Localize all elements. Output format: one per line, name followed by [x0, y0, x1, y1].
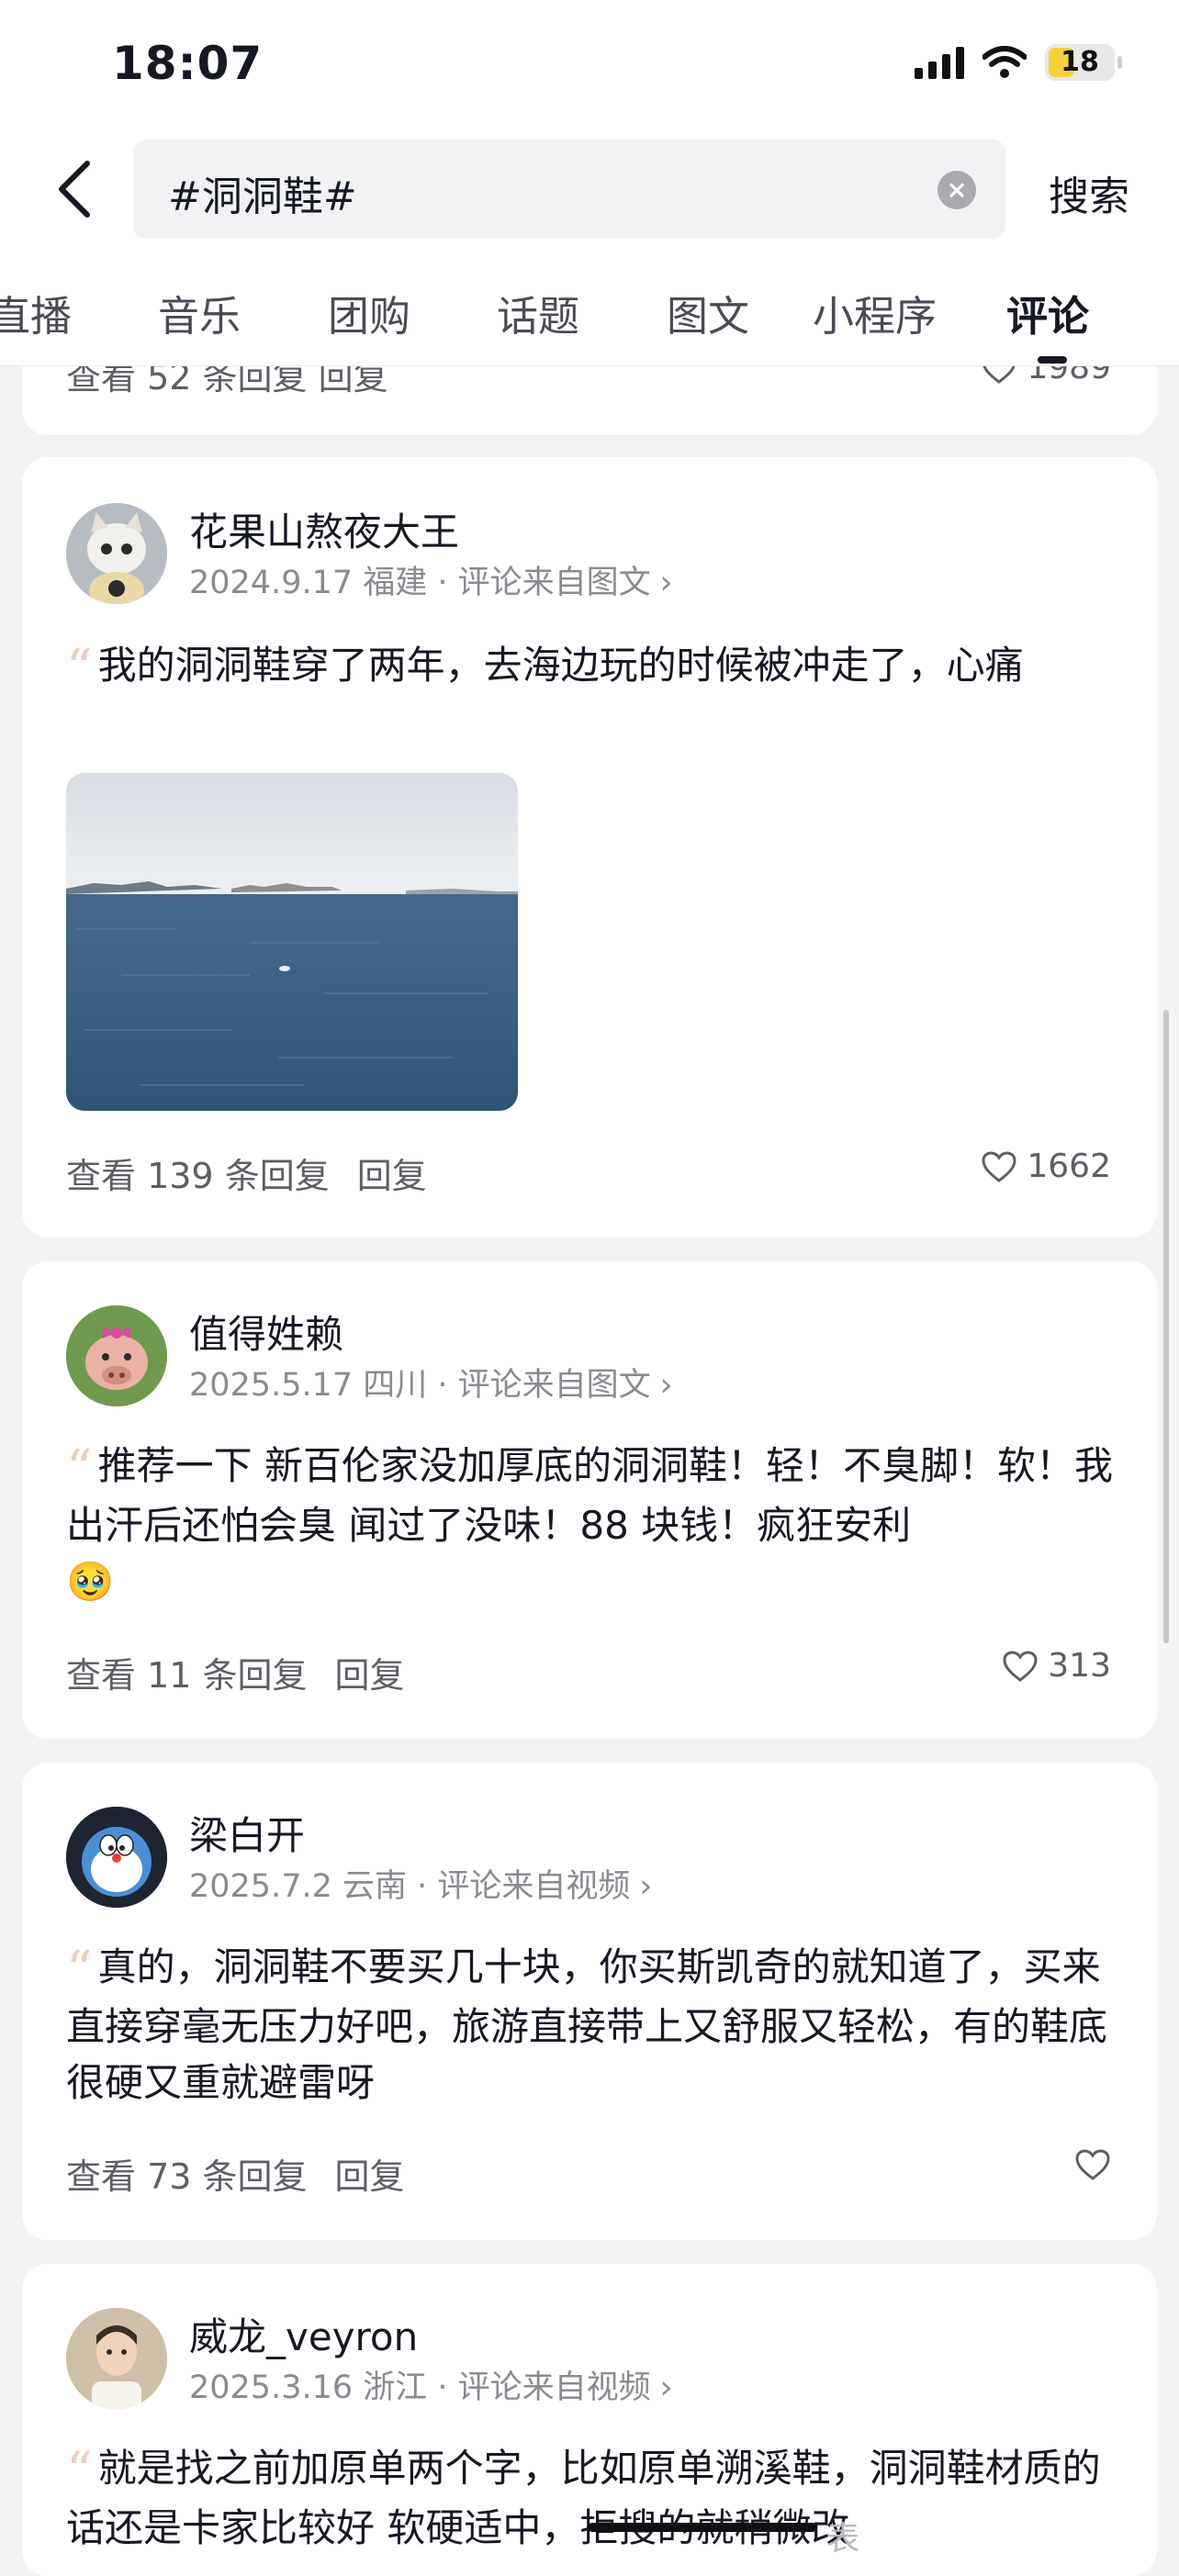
- view-replies-link[interactable]: 查看 11 条回复: [66, 1655, 308, 1696]
- avatar[interactable]: [66, 503, 167, 604]
- quote-icon: “: [66, 1439, 93, 1499]
- username[interactable]: 花果山熬夜大王: [189, 501, 459, 557]
- search-query[interactable]: #洞洞鞋#: [168, 163, 357, 222]
- view-replies-link[interactable]: 查看 73 条回复: [66, 2156, 308, 2197]
- quote-icon: “: [66, 1941, 93, 2000]
- reply-button[interactable]: 回复: [335, 1655, 405, 1696]
- likes-count: 1662: [1027, 1148, 1111, 1185]
- comment-actions: 查看 139 条回复 回复: [66, 1148, 427, 1198]
- username[interactable]: 威龙_veyron: [189, 2306, 418, 2362]
- scrollbar[interactable]: [1163, 1010, 1169, 1643]
- heart-icon[interactable]: [1002, 1650, 1039, 1683]
- heart-icon[interactable]: [981, 1150, 1017, 1183]
- battery-icon: 18: [1045, 44, 1122, 81]
- comment-meta[interactable]: 2025.7.2 云南 · 评论来自视频 ›: [189, 1860, 652, 1907]
- comment-actions: 查看 73 条回复 回复: [66, 2148, 405, 2199]
- avatar[interactable]: [66, 1807, 167, 1908]
- reply-button[interactable]: 回复: [357, 1156, 427, 1196]
- chevron-right-icon: ›: [639, 1868, 653, 1905]
- likes-count: 313: [1048, 1647, 1111, 1685]
- comment-text: “真的，洞洞鞋不要买几十块，你买斯凯奇的就知道了，买来直接穿毫无压力好吧，旅游直…: [66, 1941, 1108, 2105]
- tab-topics[interactable]: 话题: [497, 283, 579, 342]
- top-bar: 18:07 18 #洞洞鞋# × 搜索 直播 音乐 团购 话题 图文 小程序 评…: [0, 0, 1179, 366]
- clear-icon[interactable]: ×: [938, 171, 976, 209]
- quote-icon: “: [66, 2442, 93, 2502]
- like-button[interactable]: 1662: [981, 1148, 1111, 1185]
- quote-icon: “: [66, 639, 93, 699]
- tab-live[interactable]: 直播: [0, 283, 72, 342]
- tab-group-buy[interactable]: 团购: [328, 283, 410, 342]
- comment-meta[interactable]: 2025.3.16 浙江 · 评论来自视频 ›: [189, 2361, 673, 2408]
- home-indicator[interactable]: [588, 2523, 817, 2532]
- comment-image[interactable]: [66, 773, 518, 1111]
- comment-card: 花果山熬夜大王 2024.9.17 福建 · 评论来自图文 › “我的洞洞鞋穿了两…: [22, 457, 1157, 1238]
- view-replies-link[interactable]: 查看 139 条回复: [66, 1156, 330, 1196]
- search-input[interactable]: #洞洞鞋# ×: [133, 140, 1005, 239]
- emoji: 🥹: [66, 1559, 115, 1604]
- status-icons: 18: [915, 44, 1122, 81]
- status-time: 18:07: [112, 37, 264, 90]
- tab-bar: 直播 音乐 团购 话题 图文 小程序 评论: [0, 275, 1179, 358]
- chevron-right-icon: ›: [659, 1367, 673, 1404]
- signal-icon: [915, 46, 964, 79]
- chevron-right-icon: ›: [659, 2369, 673, 2406]
- reply-button[interactable]: 回复: [335, 2156, 405, 2197]
- comment-text: “我的洞洞鞋穿了两年，去海边玩的时候被冲走了，心痛: [66, 639, 1024, 699]
- comment-text: “就是找之前加原单两个字，比如原单溯溪鞋，洞洞鞋材质的话还是卡家比较好 软硬适中…: [66, 2442, 1101, 2550]
- heart-icon[interactable]: [1074, 2148, 1111, 2181]
- comment-card: 值得姓赖 2025.5.17 四川 · 评论来自图文 › “推荐一下 新百伦家没加…: [22, 1261, 1157, 1739]
- tab-posts[interactable]: 图文: [667, 283, 749, 342]
- tab-mini-programs[interactable]: 小程序: [813, 283, 937, 342]
- wifi-icon: [982, 46, 1027, 78]
- comment-card: 梁白开 2025.7.2 云南 · 评论来自视频 › “真的，洞洞鞋不要买几十块，…: [22, 1763, 1157, 2240]
- username[interactable]: 梁白开: [189, 1805, 305, 1861]
- like-button[interactable]: [1074, 2148, 1111, 2181]
- like-button[interactable]: 313: [1002, 1647, 1111, 1685]
- active-tab-indicator: [1038, 356, 1067, 364]
- username[interactable]: 值得姓赖: [189, 1304, 343, 1360]
- tab-music[interactable]: 音乐: [158, 283, 241, 342]
- watermark: 表: [826, 2520, 860, 2558]
- comment-text: “推荐一下 新百伦家没加厚底的洞洞鞋！轻！不臭脚！软！我出汗后还怕会臭 闻过了没…: [66, 1439, 1113, 1604]
- battery-level: 18: [1061, 46, 1099, 78]
- back-icon[interactable]: [51, 158, 102, 220]
- comment-actions: 查看 11 条回复 回复: [66, 1647, 405, 1697]
- tab-comments[interactable]: 评论: [1006, 283, 1089, 342]
- comment-meta[interactable]: 2024.9.17 福建 · 评论来自图文 ›: [189, 556, 673, 603]
- chevron-right-icon: ›: [659, 565, 673, 601]
- comment-meta[interactable]: 2025.5.17 四川 · 评论来自图文 ›: [189, 1359, 673, 1406]
- avatar[interactable]: [66, 1305, 167, 1406]
- avatar[interactable]: [66, 2308, 167, 2409]
- search-button[interactable]: 搜索: [1049, 163, 1129, 222]
